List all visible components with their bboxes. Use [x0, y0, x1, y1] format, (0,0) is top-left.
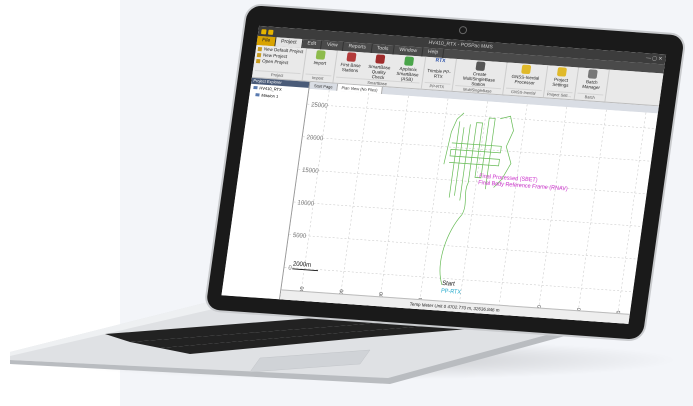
plan-view-plot[interactable]: -20000-15000-10000-500005000100001500020… [279, 88, 658, 324]
find-base-stations-button[interactable]: First Base Stations [336, 52, 365, 79]
smartbase-quality-check-button[interactable]: SmartBase Quality Check [365, 54, 394, 81]
rtx-badge: RTX [435, 57, 446, 65]
group-label: Project Sett... [545, 90, 573, 99]
ribbon-group-smartbase: First Base Stations SmartBase Quality Ch… [333, 50, 426, 89]
tower-icon [346, 52, 357, 62]
trimble-pprtx-button[interactable]: RTX Trimble PP-RTX [425, 57, 454, 80]
scale-label: 2000m [292, 260, 311, 269]
app-window: HV410_RTX - POSPac MMS — ▢ ✕ File Projec… [221, 25, 667, 324]
quick-access-icon[interactable] [261, 28, 267, 34]
ribbon-group-project-settings: Project Settings Project Sett... [543, 65, 579, 100]
ribbon-group-gnss: GNSS-Inertial Processor GNSS-Inertial [502, 62, 549, 98]
ribbon-group-batch: Batch Manager Batch [574, 67, 610, 102]
group-label: GNSS-Inertial [505, 87, 542, 97]
smartbase-icon [404, 56, 415, 66]
applanix-smartbase-button[interactable]: Applanix SmartBase (ASB) [394, 56, 423, 83]
y-tick-label: 20000 [306, 134, 324, 142]
start-label: Start [442, 280, 456, 288]
gnss-inertial-processor-button[interactable]: GNSS-Inertial Processor [506, 64, 545, 86]
settings-icon [557, 67, 568, 77]
y-tick-label: 25000 [311, 101, 329, 109]
import-icon [315, 50, 327, 60]
quality-check-icon [375, 54, 386, 64]
y-tick-label: 15000 [302, 167, 320, 175]
ribbon-group-pprtx: RTX Trimble PP-RTX PP-RTX [421, 56, 457, 91]
project-icon [253, 85, 258, 90]
ribbon-group-import: Import Import [302, 48, 338, 83]
group-label: PP-RTX [423, 81, 451, 90]
save-icon[interactable] [267, 29, 274, 35]
project-settings-button[interactable]: Project Settings [547, 67, 576, 89]
create-multisinglebase-button[interactable]: Create MultiSingleBase Station [455, 60, 504, 88]
camera-icon [458, 25, 468, 35]
window-controls[interactable]: — ▢ ✕ [645, 53, 663, 64]
mission-icon [255, 93, 260, 97]
group-label: Import [304, 73, 332, 82]
plan-view-panel: Start Page Plan View (No Files) -20000-1… [279, 81, 659, 324]
start-label-2: PP-RTX [441, 288, 462, 296]
gear-icon [521, 64, 532, 75]
batch-icon [587, 69, 599, 79]
y-tick-label: 5000 [292, 232, 307, 240]
triangulation-icon [475, 61, 486, 71]
workspace: Project Explorer HV410_RTX Mission 1 Sta… [221, 77, 659, 324]
batch-manager-button[interactable]: Batch Manager [578, 69, 607, 91]
laptop-screen-bezel: HV410_RTX - POSPac MMS — ▢ ✕ File Projec… [205, 5, 685, 340]
ribbon-group-multisinglebase: Create MultiSingleBase Station MultiSing… [452, 58, 508, 95]
y-tick-label: 10000 [297, 199, 315, 207]
ribbon-group-project: New Default Project New Project Open Pro… [251, 44, 307, 81]
group-label: Batch [576, 92, 604, 101]
import-button[interactable]: Import [307, 50, 335, 67]
